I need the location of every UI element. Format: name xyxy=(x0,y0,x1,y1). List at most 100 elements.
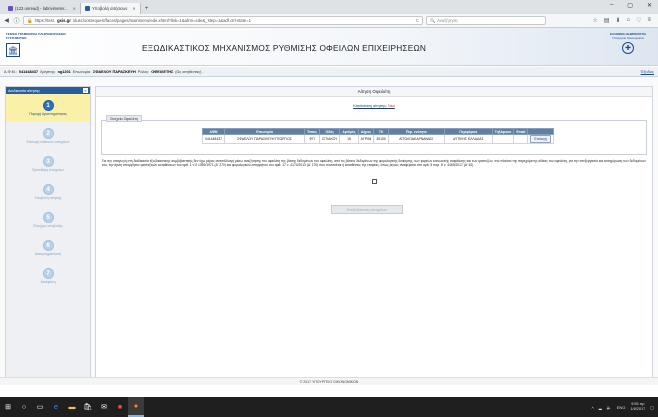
download-icon[interactable]: ⬇ xyxy=(615,17,620,24)
step-5[interactable]: 5 Έλεγχος υποβολής xyxy=(6,206,90,234)
app-icon[interactable]: ■ xyxy=(112,397,128,417)
windows-start-icon[interactable]: ⊞ xyxy=(0,397,16,417)
cell-regional-unit: ΑΙΤΩΛΟΑΚΑΡΝΑΝΙΑΣ xyxy=(387,134,445,144)
search-box[interactable]: 🔍 Αναζήτηση xyxy=(426,16,546,25)
step-7[interactable]: 7 Απόφαση xyxy=(6,262,90,290)
step-2[interactable]: 2 Επιλογή πιθανών στοιχείων xyxy=(6,122,90,150)
home-icon[interactable]: ⌂ xyxy=(626,17,630,24)
file-explorer-icon[interactable]: ▬ xyxy=(64,397,80,417)
pocket-icon[interactable]: ♡ xyxy=(636,17,641,24)
application-status: Κατάσταση αίτησης: Νέα xyxy=(96,104,652,108)
system-tray: ˄ ▂ 🔈 ENG 9:55 πμ 1/8/2017 ▢ xyxy=(591,402,658,412)
afm-label: Α.Φ.Μ.: xyxy=(4,69,17,74)
address-bar[interactable]: 🔒 https://test. gsis.gr/dusc/oosrequest/f… xyxy=(23,16,423,25)
gsis-logo-text: ΓΕΝΙΚΗ ΓΡΑΜΜΑΤΕΙΑ ΠΛΗΡΟΦΟΡΙΑΚΩΝ ΣΥΣΤΗΜΑΤ… xyxy=(6,32,66,40)
store-icon[interactable]: 🛍 xyxy=(80,397,96,417)
step-3[interactable]: 3 Προσθήκη στοιχείων xyxy=(6,150,90,178)
lock-icon: 🔒 xyxy=(27,17,33,23)
collapse-icon[interactable]: « xyxy=(83,88,88,93)
cell-region: ΔΥΤΙΚΗΣ ΕΛΛΑΔΑΣ xyxy=(443,134,493,144)
cell-municipality: ΑΓΡΙΝΙ xyxy=(357,134,375,144)
search-icon: 🔍 xyxy=(430,17,436,23)
clock-date: 1/8/2017 xyxy=(630,407,646,411)
role-value: ΟΦΕΙΛΕΤΗΣ xyxy=(151,69,174,74)
step-label: Υποβολή αίτησης xyxy=(34,196,62,200)
taskbar: ⊞ ○ ▭ e ▬ 🛍 ✉ ■ ● ˄ ▂ 🔈 ENG 9:55 πμ 1/8/… xyxy=(0,397,658,417)
user-label: Χρήστης: xyxy=(39,69,56,74)
step-6[interactable]: 6 Διαπραγμάτευση xyxy=(6,234,90,262)
step-number: 7 xyxy=(42,268,54,279)
site-favicon-icon xyxy=(84,6,90,11)
back-icon[interactable]: ◀ xyxy=(3,17,10,24)
close-window-icon[interactable]: ✕ xyxy=(647,2,652,9)
network-icon[interactable]: ▂ xyxy=(599,405,602,410)
user-value: ng1201 xyxy=(57,69,71,74)
main-panel: Αίτηση Οφειλέτη Κατάσταση αίτησης: Νέα Σ… xyxy=(95,86,653,379)
reading-list-icon[interactable]: ▤ xyxy=(604,17,610,24)
greek-emblem-icon: ✚ xyxy=(622,42,634,55)
browser-tab-mail[interactable]: (123 unread) - labrivimeter... ✕ xyxy=(4,3,81,14)
url-path: /dusc/oosrequest/faces/pages/mainmenu/ed… xyxy=(72,18,251,23)
select-button[interactable]: Επιλογή xyxy=(530,135,551,143)
volume-icon[interactable]: 🔈 xyxy=(607,405,612,410)
status-label: Κατάσταση αίτησης: xyxy=(353,104,388,108)
step-label: Επιλογή πιθανών στοιχείων xyxy=(26,140,70,144)
info-icon[interactable]: ⓘ xyxy=(13,16,20,25)
debtor-fieldset: Στοιχεία Οφειλέτη ΑΦΜ Επωνυμία Τύπος Οδό… xyxy=(101,115,647,155)
debtor-table: ΑΦΜ Επωνυμία Τύπος Οδός Αριθμός Δήμος ΤΚ… xyxy=(202,128,554,144)
process-sidebar: Διαδικασία αίτησης « 1 Παροχή Δραστηριότ… xyxy=(5,86,91,379)
url-prefix: https://test. xyxy=(34,18,56,23)
cell-afm: 041448437 xyxy=(202,134,225,144)
star-icon[interactable]: ☆ xyxy=(592,17,597,24)
role-suffix: (Ως αιτηθέντας) - xyxy=(175,69,204,74)
consent-checkbox[interactable] xyxy=(372,179,377,184)
ministry-line2: Υπουργείο Οικονομικών xyxy=(611,35,645,40)
search-placeholder: Αναζήτηση xyxy=(437,18,458,23)
cell-street: ΙΣΤΙΑΚΟΥ xyxy=(319,134,341,144)
cell-phone xyxy=(491,134,515,144)
maximize-icon[interactable]: ▢ xyxy=(627,2,633,9)
cell-number: 15 xyxy=(339,134,359,144)
confirm-button[interactable]: Επιβεβαίωση στοιχείων xyxy=(331,205,403,214)
name-value: ΣΦΑΕΛΟΥ ΠΑΡΑΣΚΕΥΗ xyxy=(93,69,136,74)
browser-tab-bar: (123 unread) - labrivimeter... ✕ Υποβολή… xyxy=(0,0,658,14)
table-row: 041448437 ΣΦΑΕΛΟΥ ΠΑΡΑΣΚΕΥΗ ΓΕΩΡΓΙΟΣ ΦΠ … xyxy=(202,134,554,144)
logout-link[interactable]: Έξοδος xyxy=(641,69,654,74)
firefox-icon[interactable]: ● xyxy=(128,397,144,417)
mail-icon[interactable]: ✉ xyxy=(96,397,112,417)
browser-tab-applications[interactable]: Υποβολή αιτήσεων ✕ xyxy=(80,3,141,14)
app-title: ΕΞΩΔΙΚΑΣΤΙΚΟΣ ΜΗΧΑΝΙΣΜΟΣ ΡΥΘΜΙΣΗΣ ΟΦΕΙΛΩ… xyxy=(142,43,427,53)
new-tab-button[interactable]: + xyxy=(141,3,153,14)
task-view-icon[interactable]: ▭ xyxy=(32,397,48,417)
step-label: Παροχή Δραστηριότητας xyxy=(29,112,67,116)
browser-toolbar: ☆ ▤ ⬇ ⌂ ♡ ≡ xyxy=(592,17,655,24)
tab-label: (123 unread) - labrivimeter... xyxy=(15,6,68,11)
language-indicator[interactable]: ENG xyxy=(617,405,626,410)
step-label: Διαπραγμάτευση xyxy=(34,252,62,256)
cell-zip: 30100 xyxy=(373,134,389,144)
notifications-icon[interactable]: ▢ xyxy=(650,405,654,410)
step-1[interactable]: 1 Παροχή Δραστηριότητας xyxy=(6,94,90,122)
search-icon[interactable]: ○ xyxy=(16,397,32,417)
reload-icon[interactable]: C xyxy=(416,18,419,23)
sidebar-title: Διαδικασία αίτησης xyxy=(8,88,40,93)
step-number: 4 xyxy=(42,184,54,195)
step-number: 1 xyxy=(42,100,54,111)
chevron-up-icon[interactable]: ˄ xyxy=(591,405,593,410)
step-label: Έλεγχος υποβολής xyxy=(33,224,63,228)
cell-action: Επιλογή xyxy=(527,134,554,144)
close-tab-icon[interactable]: ✕ xyxy=(73,6,76,11)
cell-email xyxy=(513,134,529,144)
minimize-icon[interactable]: – xyxy=(610,2,613,9)
clock[interactable]: 9:55 πμ 1/8/2017 xyxy=(630,402,645,412)
content-area: Διαδικασία αίτησης « 1 Παροχή Δραστηριότ… xyxy=(0,77,658,379)
step-4[interactable]: 4 Υποβολή αίτησης xyxy=(6,178,90,206)
cell-type: ΦΠ xyxy=(303,134,321,144)
user-info-bar: Α.Φ.Μ.: 041448437 Χρήστης: ng1201 Επωνυμ… xyxy=(0,67,658,77)
step-label: Προσθήκη στοιχείων xyxy=(31,168,65,172)
edge-icon[interactable]: e xyxy=(48,397,64,417)
step-number: 5 xyxy=(42,212,54,223)
menu-icon[interactable]: ≡ xyxy=(647,17,651,24)
close-tab-icon[interactable]: ✕ xyxy=(132,6,135,11)
step-label: Απόφαση xyxy=(40,280,56,284)
